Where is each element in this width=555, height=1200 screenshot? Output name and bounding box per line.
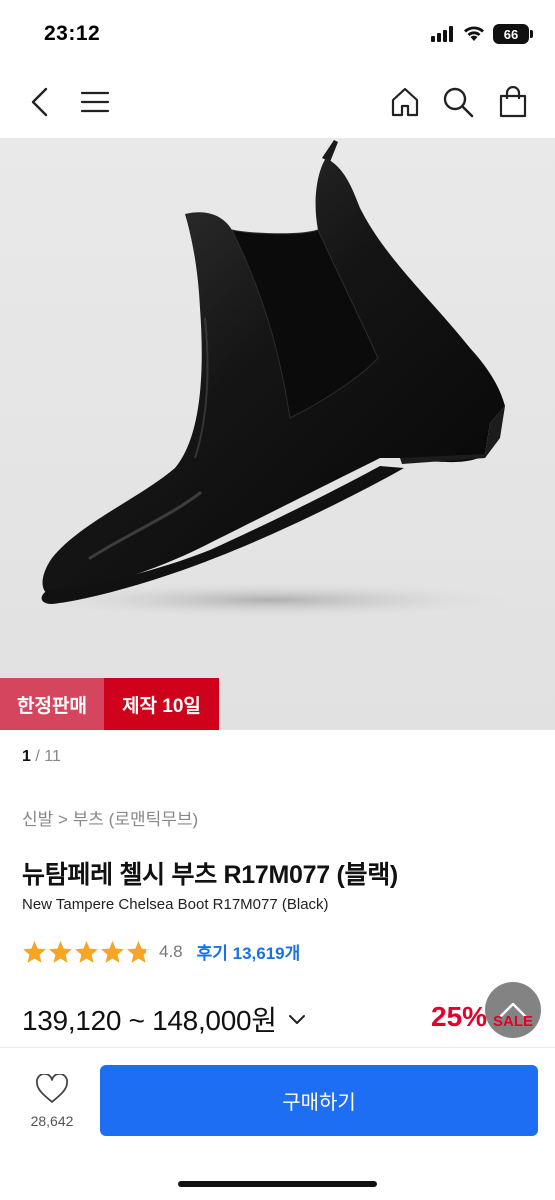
star-icon [101, 940, 124, 963]
star-icon [23, 940, 46, 963]
home-button[interactable] [385, 82, 425, 122]
signal-icon [431, 26, 453, 42]
battery-icon: 66 [493, 24, 533, 44]
pager-total: 11 [44, 748, 61, 765]
status-bar: 23:12 66 [0, 0, 555, 68]
menu-icon [80, 91, 110, 113]
wishlist-button[interactable]: 28,642 [22, 1072, 82, 1129]
product-subtitle: New Tampere Chelsea Boot R17M077 (Black) [22, 896, 329, 913]
home-icon [391, 87, 419, 117]
product-image-carousel[interactable]: 한정판매 제작 10일 [0, 138, 555, 730]
star-rating [22, 940, 151, 964]
breadcrumb[interactable]: 신발 > 부츠 (로맨틱무브) [22, 805, 198, 830]
bag-icon [499, 86, 527, 118]
buy-button[interactable]: 구매하기 [100, 1065, 538, 1136]
pager-current: 1 [22, 748, 31, 765]
rating-row: 4.8 후기 13,619개 [22, 939, 300, 964]
search-icon [443, 87, 474, 118]
chevron-down-icon[interactable] [287, 1009, 307, 1029]
home-indicator [178, 1181, 377, 1187]
limited-sale-badge: 한정판매 [0, 678, 104, 730]
back-button[interactable] [20, 82, 60, 122]
status-time: 23:12 [44, 22, 101, 45]
pager-separator: / [30, 748, 45, 765]
star-icon [127, 940, 150, 963]
status-icons: 66 [431, 24, 533, 44]
image-pager: 1 / 11 [22, 748, 61, 766]
review-count-link[interactable]: 후기 13,619개 [197, 939, 301, 964]
menu-button[interactable] [75, 82, 115, 122]
price-row: 139,120 ~ 148,000원 [22, 999, 307, 1039]
badge-group: 한정판매 제작 10일 [0, 678, 219, 730]
production-time-badge: 제작 10일 [104, 678, 219, 730]
star-icon [75, 940, 98, 963]
star-icon [49, 940, 72, 963]
discount-rate: 25% [431, 1001, 488, 1032]
chelsea-boot-image [30, 140, 510, 618]
product-title: 뉴탐페레 첼시 부츠 R17M077 (블랙) [22, 861, 398, 889]
cart-button[interactable] [493, 82, 533, 122]
sale-label: SALE [493, 1013, 534, 1030]
search-button[interactable] [438, 82, 478, 122]
back-icon [31, 87, 48, 117]
top-nav [0, 68, 555, 138]
price-range: 139,120 ~ 148,000원 [22, 1005, 277, 1036]
heart-icon [35, 1072, 69, 1103]
battery-level: 66 [503, 26, 519, 42]
wifi-icon [464, 26, 484, 41]
wishlist-count: 28,642 [30, 1113, 74, 1129]
rating-score: 4.8 [159, 941, 183, 961]
